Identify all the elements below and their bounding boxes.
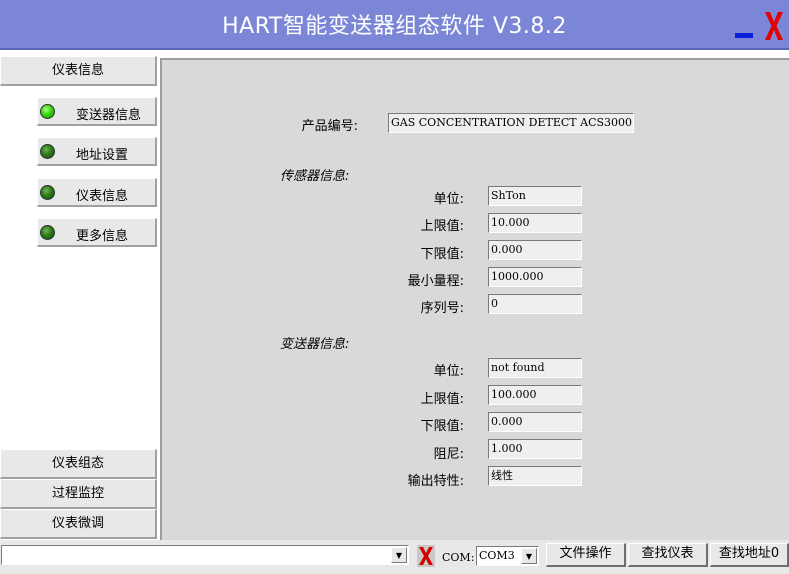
close-x-icon bbox=[765, 12, 783, 40]
sidebar-item-label: 地址设置 bbox=[76, 148, 129, 163]
sidebar-item-label: 变送器信息 bbox=[76, 108, 142, 123]
led-green-icon bbox=[40, 185, 55, 200]
transmitter-lower-limit-field[interactable]: 0.000 bbox=[488, 412, 582, 432]
window-title: HART智能变送器组态软件 V3.8.2 bbox=[222, 14, 567, 39]
transmitter-damping-label: 阻尼: bbox=[433, 447, 464, 462]
sensor-info-title: 传感器信息: bbox=[280, 169, 350, 184]
sensor-min-span-field[interactable]: 1000.000 bbox=[488, 267, 582, 287]
file-operations-button[interactable]: 文件操作 bbox=[546, 543, 626, 567]
disconnected-x-icon bbox=[416, 544, 436, 568]
sensor-lower-limit-field[interactable]: 0.000 bbox=[488, 240, 582, 260]
minimize-button[interactable] bbox=[735, 33, 753, 38]
chevron-down-icon[interactable]: ▼ bbox=[521, 548, 537, 564]
sidebar-header-label: 过程监控 bbox=[51, 486, 104, 501]
com-port-select[interactable]: COM3 ▼ bbox=[476, 546, 539, 566]
main-panel: 产品编号: GAS CONCENTRATION DETECT ACS3000 传… bbox=[160, 58, 789, 540]
transmitter-info-title: 变送器信息: bbox=[280, 337, 350, 352]
com-label: COM: bbox=[442, 551, 475, 564]
sensor-upper-limit-label: 上限值: bbox=[420, 219, 464, 234]
transmitter-upper-limit-label: 上限值: bbox=[420, 392, 464, 407]
sidebar-item-address-settings[interactable]: 地址设置 bbox=[37, 137, 157, 166]
transmitter-damping-field[interactable]: 1.000 bbox=[488, 439, 582, 459]
sidebar-item-transmitter-info[interactable]: 变送器信息 bbox=[37, 97, 157, 126]
product-number-field[interactable]: GAS CONCENTRATION DETECT ACS3000 bbox=[388, 113, 634, 133]
sidebar-header-instrument-config[interactable]: 仪表组态 bbox=[0, 449, 157, 479]
sidebar-header-process-monitor[interactable]: 过程监控 bbox=[0, 479, 157, 509]
sidebar-header-label: 仪表微调 bbox=[51, 516, 104, 531]
sensor-serial-field[interactable]: 0 bbox=[488, 294, 582, 314]
find-address0-button[interactable]: 查找地址0 bbox=[710, 543, 789, 567]
sensor-serial-label: 序列号: bbox=[420, 301, 464, 316]
status-bar: ▼ COM: COM3 ▼ 文件操作 查找仪表 查找地址0 bbox=[0, 540, 789, 574]
chevron-down-icon[interactable]: ▼ bbox=[391, 547, 407, 563]
close-button[interactable] bbox=[763, 10, 785, 42]
led-green-icon bbox=[40, 225, 55, 240]
path-combo[interactable]: ▼ bbox=[1, 545, 409, 565]
transmitter-output-char-field[interactable]: 线性 bbox=[488, 466, 582, 486]
transmitter-unit-label: 单位: bbox=[433, 364, 464, 379]
sidebar-header-label: 仪表组态 bbox=[51, 456, 104, 471]
sensor-upper-limit-field[interactable]: 10.000 bbox=[488, 213, 582, 233]
find-instrument-button[interactable]: 查找仪表 bbox=[628, 543, 708, 567]
sidebar-item-instrument-info[interactable]: 仪表信息 bbox=[37, 178, 157, 207]
title-bar: HART智能变送器组态软件 V3.8.2 bbox=[0, 0, 789, 50]
transmitter-upper-limit-field[interactable]: 100.000 bbox=[488, 385, 582, 405]
sensor-lower-limit-label: 下限值: bbox=[420, 247, 464, 262]
transmitter-output-char-label: 输出特性: bbox=[407, 474, 464, 489]
led-green-icon bbox=[40, 144, 55, 159]
sidebar-item-label: 仪表信息 bbox=[76, 189, 129, 204]
sidebar: 仪表信息 变送器信息 地址设置 仪表信息 更多信息 仪表组态 过程监控 仪表微调 bbox=[0, 52, 158, 540]
sidebar-item-more-info[interactable]: 更多信息 bbox=[37, 218, 157, 247]
sensor-unit-label: 单位: bbox=[433, 192, 464, 207]
led-green-icon bbox=[40, 104, 55, 119]
product-number-label: 产品编号: bbox=[301, 119, 358, 134]
com-port-value: COM3 bbox=[479, 549, 515, 562]
transmitter-unit-field[interactable]: not found bbox=[488, 358, 582, 378]
transmitter-lower-limit-label: 下限值: bbox=[420, 419, 464, 434]
sensor-min-span-label: 最小量程: bbox=[407, 274, 464, 289]
sidebar-header-instrument-trim[interactable]: 仪表微调 bbox=[0, 509, 157, 539]
sidebar-header-label: 仪表信息 bbox=[51, 63, 104, 78]
sensor-unit-field[interactable]: ShTon bbox=[488, 186, 582, 206]
sidebar-item-label: 更多信息 bbox=[76, 229, 129, 244]
sidebar-header-instrument-info[interactable]: 仪表信息 bbox=[0, 56, 157, 86]
